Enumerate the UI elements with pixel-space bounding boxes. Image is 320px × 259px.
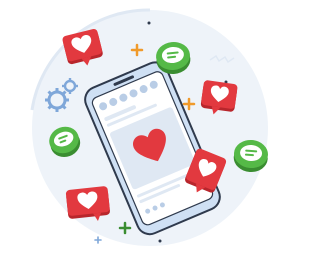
plus-sparkle-icon: [94, 236, 102, 244]
illustration-stage: [0, 0, 288, 259]
sparkle-dot: [147, 21, 151, 25]
sparkle-dot: [158, 239, 162, 243]
social-media-illustration: [30, 8, 268, 246]
